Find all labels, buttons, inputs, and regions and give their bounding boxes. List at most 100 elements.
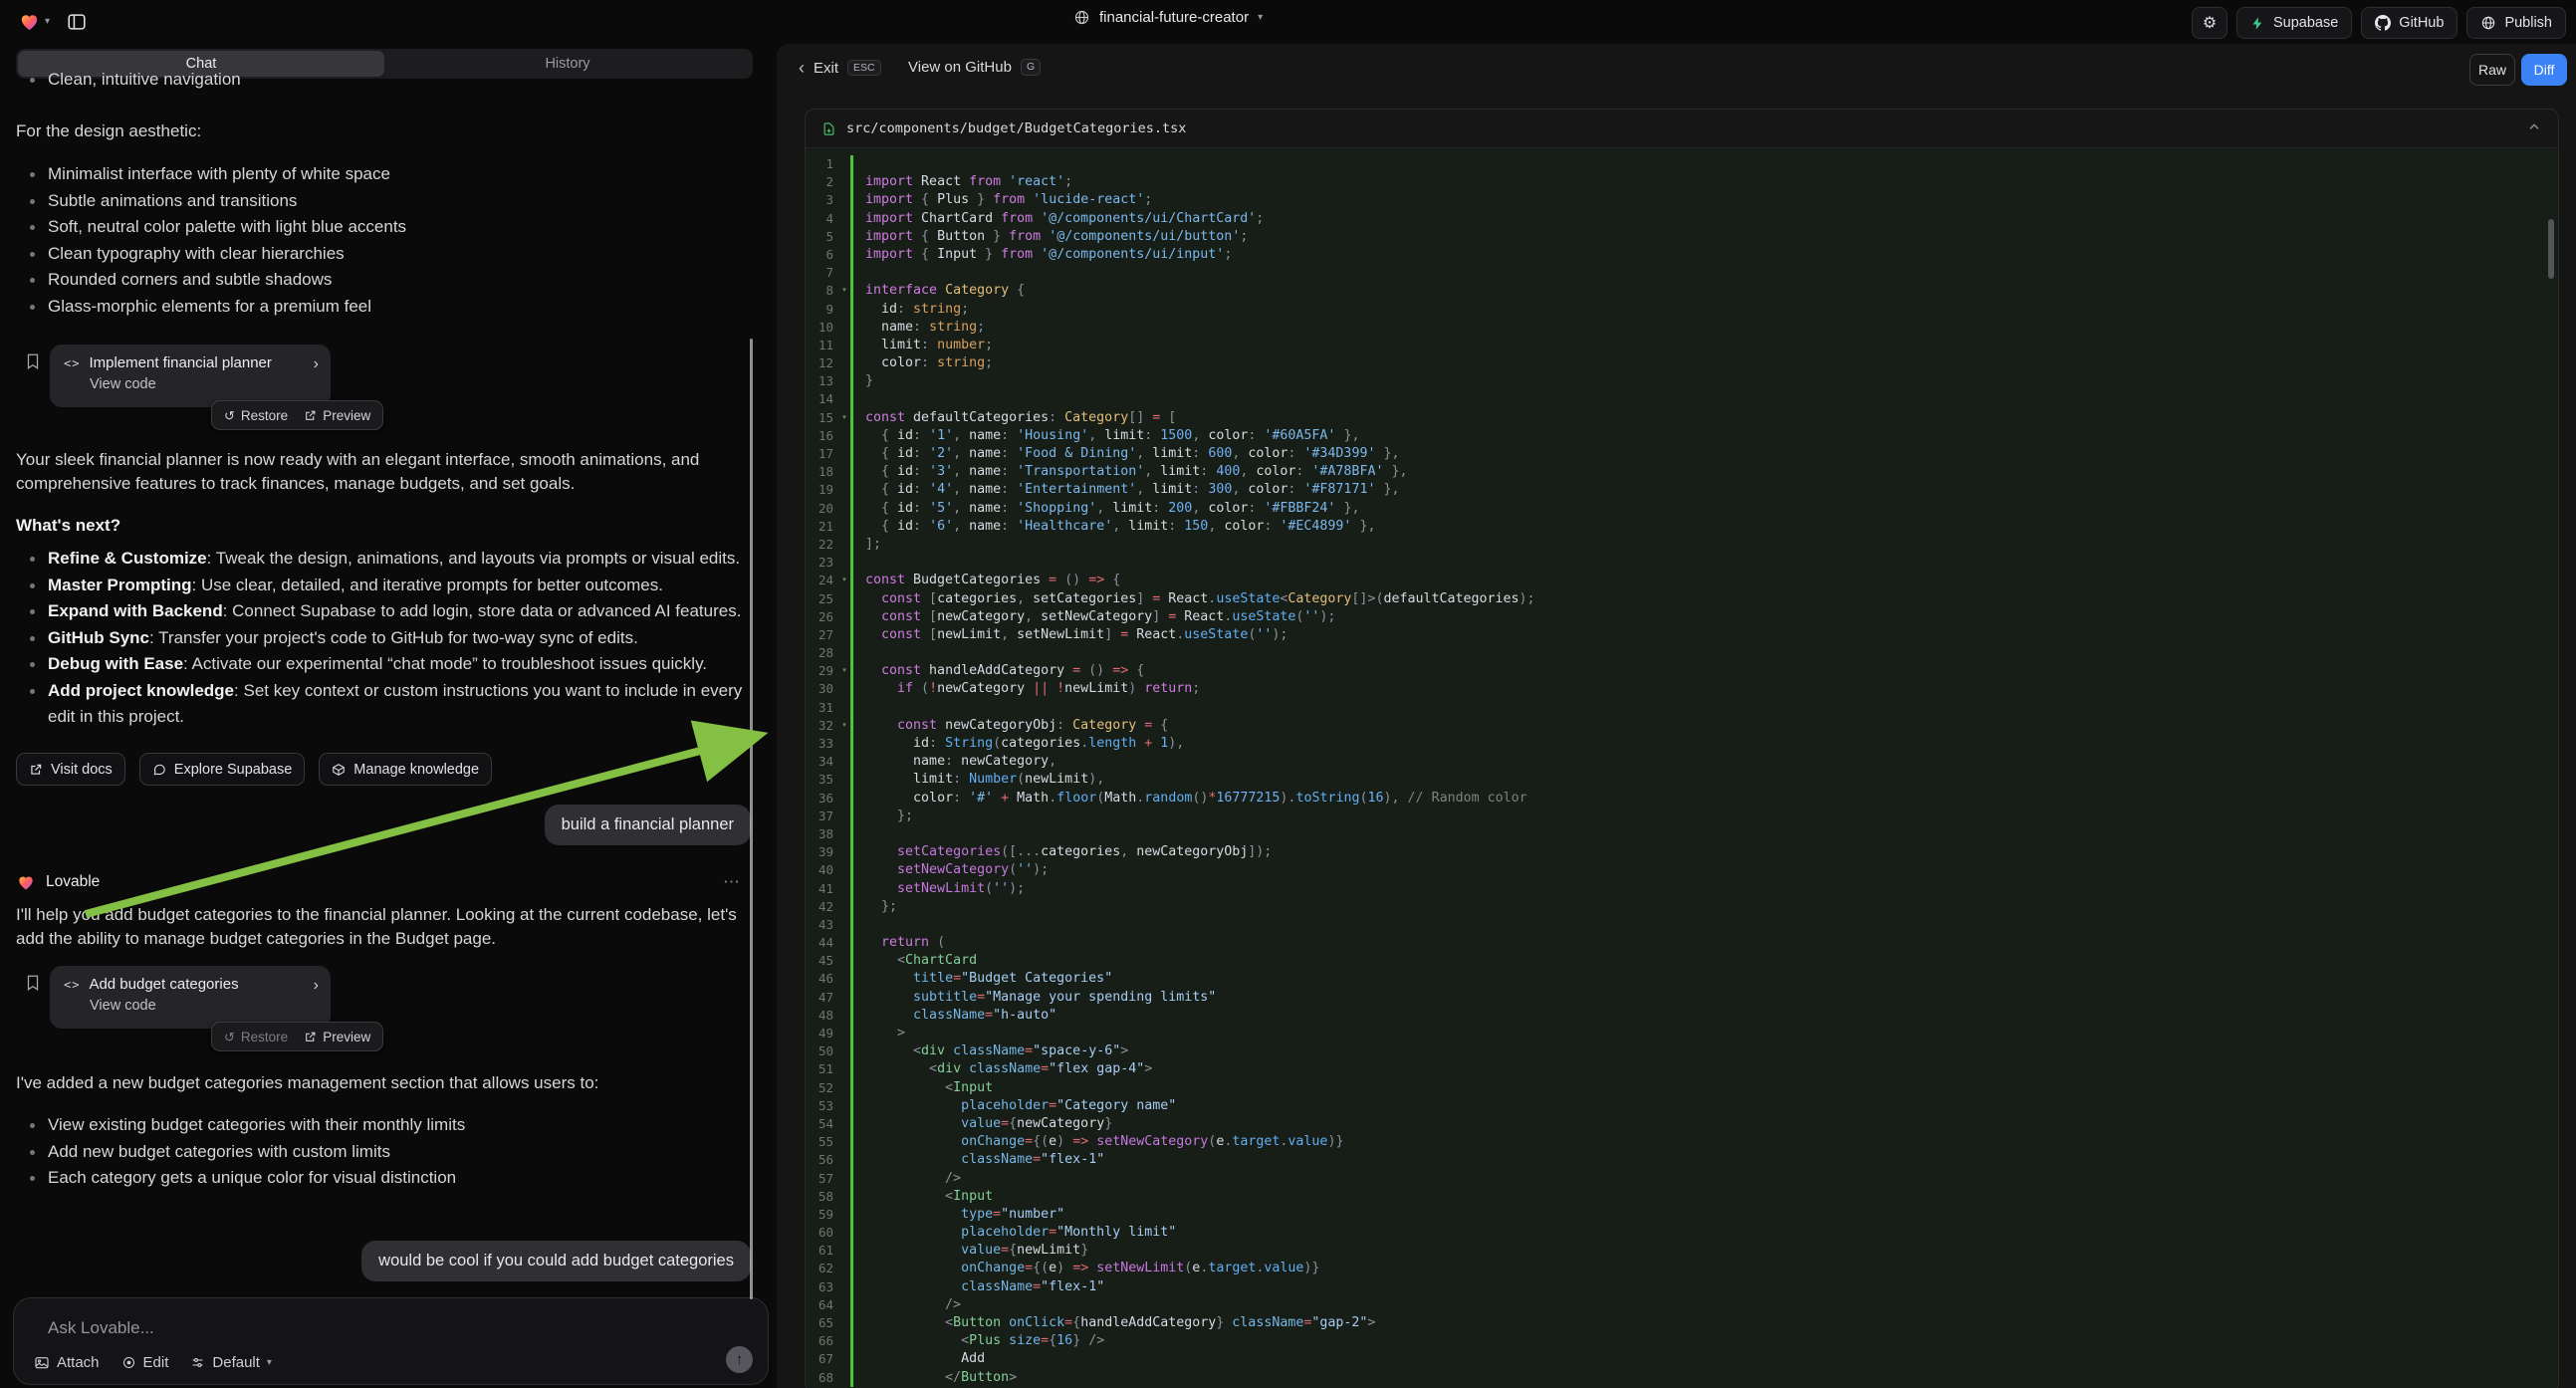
code-line: 23	[806, 554, 2558, 572]
top-bar: ▾ financial-future-creator ▾ ⚙ Supabase	[0, 0, 2576, 44]
attach-button[interactable]: Attach	[34, 1354, 100, 1371]
code-line: 43	[806, 916, 2558, 934]
code-line: 9 id: string;	[806, 301, 2558, 319]
code-line: 19 { id: '4', name: 'Entertainment', lim…	[806, 481, 2558, 499]
project-switcher[interactable]: financial-future-creator ▾	[1073, 9, 1263, 26]
version-actions: ↺ Restore Preview	[211, 400, 383, 430]
exit-button[interactable]: ‹ Exit ESC	[799, 59, 881, 77]
code-line: 18 { id: '3', name: 'Transportation', li…	[806, 463, 2558, 481]
code-editor[interactable]: 12import React from 'react';3import { Pl…	[806, 148, 2558, 1388]
version-card-implement-financial-planner[interactable]: <> Implement financial planner › View co…	[50, 345, 331, 407]
github-label: GitHub	[2399, 15, 2444, 31]
version-card-add-budget-categories[interactable]: <> Add budget categories › View code ↺ R…	[50, 966, 331, 1029]
design-aesthetic-heading: For the design aesthetic:	[16, 119, 757, 143]
chat-input[interactable]: Ask Lovable...	[48, 1318, 154, 1338]
bookmark-icon[interactable]	[24, 352, 42, 370]
code-scrollbar[interactable]	[2548, 219, 2554, 279]
chevron-right-icon: ›	[314, 977, 319, 995]
code-line: 20 { id: '5', name: 'Shopping', limit: 2…	[806, 500, 2558, 518]
list-item: Debug with Ease: Activate our experiment…	[16, 651, 743, 678]
view-on-github-button[interactable]: View on GitHub G	[908, 59, 1041, 76]
view-code-link[interactable]: View code	[90, 998, 317, 1014]
code-line: 13}	[806, 372, 2558, 390]
chat-composer[interactable]: Ask Lovable... Attach Edit	[13, 1297, 769, 1385]
code-line: 11 limit: number;	[806, 337, 2558, 354]
code-line: 36 color: '#' + Math.floor(Math.random()…	[806, 790, 2558, 808]
code-line: 45 <ChartCard	[806, 952, 2558, 970]
code-line: 48 className="h-auto"	[806, 1007, 2558, 1025]
whats-next-heading: What's next?	[16, 516, 757, 536]
code-line: 35 limit: Number(newLimit),	[806, 771, 2558, 789]
package-icon	[332, 763, 346, 777]
list-item: GitHub Sync: Transfer your project's cod…	[16, 625, 743, 652]
raw-toggle-button[interactable]: Raw	[2469, 54, 2515, 86]
restore-button[interactable]: ↺ Restore	[224, 408, 288, 423]
g-shortcut-badge: G	[1021, 59, 1041, 76]
sidebar-toggle-button[interactable]	[66, 11, 88, 33]
code-line: 12 color: string;	[806, 354, 2558, 372]
code-line: 5import { Button } from '@/components/ui…	[806, 228, 2558, 246]
chevron-right-icon: ›	[314, 355, 319, 373]
code-line: 27 const [newLimit, setNewLimit] = React…	[806, 626, 2558, 644]
bookmark-icon[interactable]	[24, 974, 42, 992]
user-message-1: build a financial planner	[545, 805, 751, 845]
esc-shortcut-badge: ESC	[847, 60, 881, 77]
list-item: Clean typography with clear hierarchies	[16, 241, 757, 268]
app-window: ▾ financial-future-creator ▾ ⚙ Supabase	[0, 0, 2576, 1388]
code-line: 15▾const defaultCategories: Category[] =…	[806, 409, 2558, 427]
ready-paragraph: Your sleek financial planner is now read…	[16, 448, 743, 495]
code-line: 51 <div className="flex gap-4">	[806, 1060, 2558, 1078]
design-bullet-list: Minimalist interface with plenty of whit…	[16, 161, 757, 320]
github-button[interactable]: GitHub	[2361, 7, 2458, 39]
message-menu-icon[interactable]: ⋯	[723, 872, 741, 892]
view-code-link[interactable]: View code	[90, 376, 317, 392]
model-select[interactable]: Default ▾	[190, 1354, 272, 1371]
image-icon	[34, 1355, 50, 1371]
code-line: 34 name: newCategory,	[806, 753, 2558, 771]
file-header[interactable]: src/components/budget/BudgetCategories.t…	[806, 110, 2558, 148]
code-line: 33 id: String(categories.length + 1),	[806, 735, 2558, 753]
settings-button[interactable]: ⚙	[2192, 7, 2227, 39]
edit-mode-button[interactable]: Edit	[121, 1354, 169, 1371]
code-line: 52 <Input	[806, 1079, 2558, 1097]
list-item: Add project knowledge: Set key context o…	[16, 678, 743, 731]
code-line: 67 Add	[806, 1350, 2558, 1368]
quick-actions-row: Visit docs Explore Supabase Manage knowl…	[16, 753, 492, 786]
code-line: 46 title="Budget Categories"	[806, 970, 2558, 988]
list-item: Each category gets a unique color for vi…	[16, 1165, 757, 1192]
code-line: 1	[806, 155, 2558, 173]
chevron-down-icon: ▾	[267, 1358, 272, 1368]
code-line: 39 setCategories([...categories, newCate…	[806, 843, 2558, 861]
list-item: View existing budget categories with the…	[16, 1112, 757, 1139]
preview-button[interactable]: Preview	[304, 1030, 370, 1044]
github-icon	[2375, 15, 2391, 31]
lovable-heart-icon	[18, 10, 41, 33]
topbar-actions: ⚙ Supabase GitHub Publish	[2192, 7, 2566, 39]
supabase-button[interactable]: Supabase	[2236, 7, 2352, 39]
manage-knowledge-button[interactable]: Manage knowledge	[319, 753, 492, 786]
composer-toolbar: Attach Edit Default ▾	[34, 1354, 272, 1371]
preview-button[interactable]: Preview	[304, 408, 370, 423]
send-button[interactable]: ↑	[726, 1346, 753, 1373]
restore-button[interactable]: ↺ Restore	[224, 1030, 288, 1044]
code-line: 47 subtitle="Manage your spending limits…	[806, 989, 2558, 1007]
list-item: Add new budget categories with custom li…	[16, 1139, 757, 1166]
supabase-bolt-icon	[2250, 16, 2265, 31]
globe-icon	[1073, 9, 1090, 26]
code-line: 16 { id: '1', name: 'Housing', limit: 15…	[806, 427, 2558, 445]
chat-scrollbar[interactable]	[750, 339, 753, 1299]
code-line: 10 name: string;	[806, 319, 2558, 337]
diff-toggle-button[interactable]: Diff	[2521, 54, 2567, 86]
code-line: 3import { Plus } from 'lucide-react';	[806, 191, 2558, 209]
collapse-file-button[interactable]	[2526, 119, 2542, 135]
assistant-name: Lovable	[46, 873, 100, 891]
code-line: 41 setNewLimit('');	[806, 880, 2558, 898]
publish-button[interactable]: Publish	[2466, 7, 2566, 39]
code-line: 56 className="flex-1"	[806, 1151, 2558, 1169]
code-line: 31	[806, 699, 2558, 717]
visit-docs-button[interactable]: Visit docs	[16, 753, 125, 786]
chevron-up-icon	[2526, 119, 2542, 135]
explore-supabase-button[interactable]: Explore Supabase	[139, 753, 306, 786]
lovable-logo-menu[interactable]: ▾	[18, 10, 50, 33]
external-link-icon	[304, 409, 317, 422]
